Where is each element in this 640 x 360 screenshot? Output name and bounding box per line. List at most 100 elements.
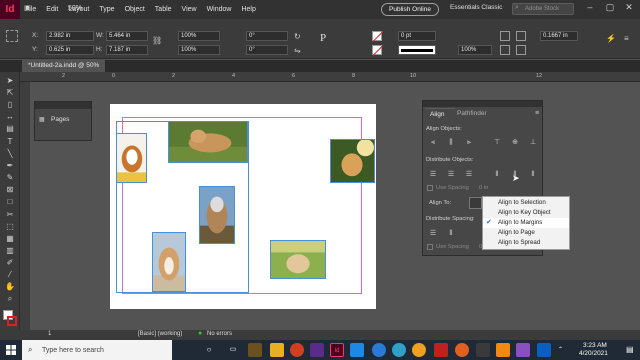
minimize-icon[interactable]: –: [582, 2, 598, 17]
stroke-swatch[interactable]: [372, 45, 384, 56]
align-horizontal-center-icon[interactable]: ⫼: [446, 138, 456, 147]
h-field[interactable]: 7.187 in: [106, 45, 148, 55]
align-to-dropdown[interactable]: [469, 197, 482, 209]
indesign-icon[interactable]: Id: [330, 343, 344, 357]
opacity-field[interactable]: 100%: [458, 45, 492, 55]
pen-tool-icon[interactable]: ✒: [4, 161, 16, 171]
dog-photo-1[interactable]: [116, 133, 147, 183]
gap-tool-icon[interactable]: ↔: [4, 112, 16, 122]
dog-photo-2[interactable]: [168, 121, 248, 163]
dog-photo-6[interactable]: [330, 139, 375, 183]
pages-label[interactable]: Pages: [51, 116, 69, 123]
menu-edit[interactable]: Edit: [41, 6, 63, 13]
distribute-vcenter-icon[interactable]: ☰: [446, 170, 456, 179]
app-icon[interactable]: [476, 343, 490, 357]
menu-table[interactable]: Table: [150, 6, 177, 13]
type-on-path-icon[interactable]: P: [320, 32, 326, 44]
hand-tool-icon[interactable]: ✋: [4, 282, 16, 292]
use-spacing-checkbox[interactable]: [427, 185, 433, 191]
workspace-switcher[interactable]: Essentials Classic: [450, 4, 502, 11]
firefox-icon[interactable]: [455, 343, 469, 357]
document-tab[interactable]: *Untitled-2a.indd @ 50%: [22, 60, 106, 72]
menu-window[interactable]: Window: [202, 6, 237, 13]
rotate-icon[interactable]: ↻: [294, 32, 301, 41]
stock-search-input[interactable]: Adobe Stock: [512, 3, 574, 15]
align-left-icon[interactable]: ⫷: [428, 138, 438, 147]
x-field[interactable]: 2.982 in: [46, 31, 94, 41]
notification-icon[interactable]: ▤: [626, 345, 634, 354]
dog-photo-3[interactable]: [199, 186, 235, 244]
app-icon[interactable]: [350, 343, 364, 357]
menu-option-align-to-selection[interactable]: Align to Selection: [483, 198, 569, 208]
fitting-icon[interactable]: [500, 31, 510, 41]
stroke-color-icon[interactable]: [7, 316, 17, 326]
w-field[interactable]: 5.464 in: [106, 31, 148, 41]
app-icon[interactable]: [516, 343, 530, 357]
app-icon[interactable]: [310, 343, 324, 357]
align-top-icon[interactable]: ⊤: [492, 138, 502, 147]
reference-point-icon[interactable]: [6, 30, 18, 42]
distribute-horizontal-space-icon[interactable]: ⫴: [446, 229, 456, 238]
zoom-tool-icon[interactable]: ⌕: [4, 294, 16, 304]
distribute-right-icon[interactable]: ⫴: [528, 170, 538, 179]
tab-align[interactable]: Align: [425, 108, 455, 120]
pencil-tool-icon[interactable]: ✎: [4, 173, 16, 183]
vlc-icon[interactable]: [496, 343, 510, 357]
auto-fit-icon[interactable]: [516, 31, 526, 41]
use-spacing-checkbox-2[interactable]: [427, 244, 433, 250]
pages-icon[interactable]: ▦: [39, 116, 45, 123]
dog-photo-5[interactable]: [270, 240, 326, 279]
scale-x-field[interactable]: 100%: [178, 31, 220, 41]
menu-option-align-to-page[interactable]: Align to Page: [483, 228, 569, 238]
stroke-type-dropdown[interactable]: [398, 45, 436, 55]
panel-titlebar[interactable]: [423, 101, 542, 107]
panel-menu-icon[interactable]: ≡: [535, 110, 539, 117]
app-icon[interactable]: [372, 343, 386, 357]
note-tool-icon[interactable]: ✐: [4, 258, 16, 268]
type-tool-icon[interactable]: T: [4, 137, 16, 147]
selection-tool-icon[interactable]: ➤: [4, 76, 16, 86]
app-icon[interactable]: [248, 343, 262, 357]
align-vertical-center-icon[interactable]: ⊕: [510, 138, 520, 147]
page-tool-icon[interactable]: ▯: [4, 100, 16, 110]
flip-icon[interactable]: ⇋: [294, 46, 301, 55]
taskbar-search-input[interactable]: Type here to search: [22, 340, 172, 360]
spacing-value[interactable]: 0 in: [479, 185, 488, 191]
menu-help[interactable]: Help: [236, 6, 260, 13]
rotate-field[interactable]: 0°: [246, 31, 288, 41]
y-field[interactable]: 0.625 in: [46, 45, 94, 55]
tab-pathfinder[interactable]: Pathfinder: [457, 110, 487, 117]
scale-y-field[interactable]: 100%: [178, 45, 220, 55]
clock-date[interactable]: 4/20/2021: [579, 350, 608, 357]
rectangle-tool-icon[interactable]: □: [4, 197, 16, 207]
clock-time[interactable]: 3:23 AM: [583, 342, 607, 349]
cortana-icon[interactable]: ○: [202, 343, 216, 357]
menu-option-align-to-margins[interactable]: Align to Margins: [483, 218, 569, 228]
control-menu-icon[interactable]: ≡: [624, 34, 629, 43]
shear-field[interactable]: 0°: [246, 45, 288, 55]
gradient-feather-icon[interactable]: ▥: [4, 246, 16, 256]
close-icon[interactable]: ✕: [621, 2, 637, 17]
fill-swatch[interactable]: [372, 31, 384, 42]
distribute-bottom-icon[interactable]: ☰: [464, 170, 474, 179]
bridge-icon[interactable]: ▣: [24, 4, 31, 12]
zoom-level[interactable]: 50%: [68, 5, 82, 12]
panel-titlebar[interactable]: [35, 102, 91, 109]
dog-photo-4[interactable]: [152, 232, 186, 292]
menu-object[interactable]: Object: [120, 6, 150, 13]
menu-type[interactable]: Type: [94, 6, 119, 13]
app-icon[interactable]: [537, 343, 551, 357]
opera-icon[interactable]: [290, 343, 304, 357]
quick-apply-icon[interactable]: ⚡: [606, 34, 616, 43]
edge-icon[interactable]: [392, 343, 406, 357]
fill-frame-icon[interactable]: [500, 45, 510, 55]
style-status[interactable]: [Basic] (working): [138, 331, 182, 337]
content-collector-icon[interactable]: ▤: [4, 124, 16, 134]
offset-field[interactable]: 0.1667 in: [540, 31, 578, 41]
stroke-weight-field[interactable]: 0 pt: [398, 31, 436, 41]
free-transform-tool-icon[interactable]: ⬚: [4, 222, 16, 232]
gradient-tool-icon[interactable]: ▦: [4, 234, 16, 244]
menu-option-align-to-spread[interactable]: Align to Spread: [483, 238, 569, 248]
distribute-left-icon[interactable]: ⫴: [492, 170, 502, 179]
app-icon[interactable]: [434, 343, 448, 357]
